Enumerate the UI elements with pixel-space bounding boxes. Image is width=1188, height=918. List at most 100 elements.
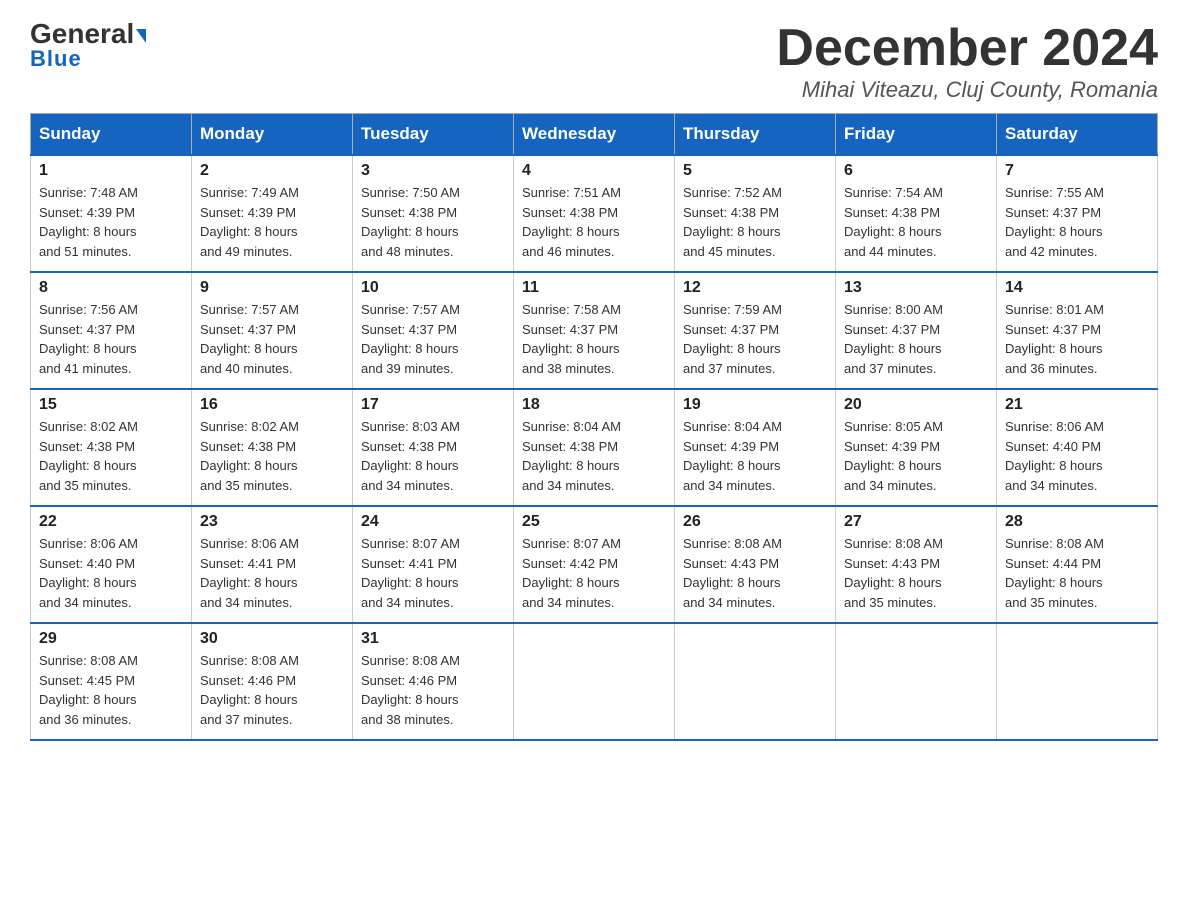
day-info: Sunrise: 7:52 AMSunset: 4:38 PMDaylight:…	[683, 183, 827, 261]
calendar-week-row: 22 Sunrise: 8:06 AMSunset: 4:40 PMDaylig…	[31, 506, 1158, 623]
table-row: 9 Sunrise: 7:57 AMSunset: 4:37 PMDayligh…	[192, 272, 353, 389]
logo-text: General	[30, 20, 146, 48]
day-info: Sunrise: 8:08 AMSunset: 4:44 PMDaylight:…	[1005, 534, 1149, 612]
day-number: 14	[1005, 279, 1149, 297]
day-info: Sunrise: 7:57 AMSunset: 4:37 PMDaylight:…	[361, 300, 505, 378]
calendar-week-row: 15 Sunrise: 8:02 AMSunset: 4:38 PMDaylig…	[31, 389, 1158, 506]
table-row	[675, 623, 836, 740]
header-sunday: Sunday	[31, 114, 192, 156]
day-number: 25	[522, 513, 666, 531]
table-row: 23 Sunrise: 8:06 AMSunset: 4:41 PMDaylig…	[192, 506, 353, 623]
day-number: 3	[361, 162, 505, 180]
header-thursday: Thursday	[675, 114, 836, 156]
day-info: Sunrise: 8:04 AMSunset: 4:39 PMDaylight:…	[683, 417, 827, 495]
day-info: Sunrise: 7:49 AMSunset: 4:39 PMDaylight:…	[200, 183, 344, 261]
day-info: Sunrise: 8:07 AMSunset: 4:41 PMDaylight:…	[361, 534, 505, 612]
calendar-header-row: Sunday Monday Tuesday Wednesday Thursday…	[31, 114, 1158, 156]
calendar-table: Sunday Monday Tuesday Wednesday Thursday…	[30, 113, 1158, 741]
day-number: 30	[200, 630, 344, 648]
table-row: 22 Sunrise: 8:06 AMSunset: 4:40 PMDaylig…	[31, 506, 192, 623]
table-row: 30 Sunrise: 8:08 AMSunset: 4:46 PMDaylig…	[192, 623, 353, 740]
table-row: 26 Sunrise: 8:08 AMSunset: 4:43 PMDaylig…	[675, 506, 836, 623]
day-number: 22	[39, 513, 183, 531]
day-info: Sunrise: 8:01 AMSunset: 4:37 PMDaylight:…	[1005, 300, 1149, 378]
day-number: 16	[200, 396, 344, 414]
calendar-week-row: 29 Sunrise: 8:08 AMSunset: 4:45 PMDaylig…	[31, 623, 1158, 740]
table-row: 1 Sunrise: 7:48 AMSunset: 4:39 PMDayligh…	[31, 155, 192, 272]
day-info: Sunrise: 8:06 AMSunset: 4:41 PMDaylight:…	[200, 534, 344, 612]
table-row: 27 Sunrise: 8:08 AMSunset: 4:43 PMDaylig…	[836, 506, 997, 623]
table-row: 18 Sunrise: 8:04 AMSunset: 4:38 PMDaylig…	[514, 389, 675, 506]
table-row: 12 Sunrise: 7:59 AMSunset: 4:37 PMDaylig…	[675, 272, 836, 389]
table-row: 25 Sunrise: 8:07 AMSunset: 4:42 PMDaylig…	[514, 506, 675, 623]
day-number: 23	[200, 513, 344, 531]
day-number: 5	[683, 162, 827, 180]
day-number: 10	[361, 279, 505, 297]
logo: General Blue	[30, 20, 146, 72]
header-wednesday: Wednesday	[514, 114, 675, 156]
title-block: December 2024 Mihai Viteazu, Cluj County…	[776, 20, 1158, 103]
table-row: 28 Sunrise: 8:08 AMSunset: 4:44 PMDaylig…	[997, 506, 1158, 623]
table-row: 17 Sunrise: 8:03 AMSunset: 4:38 PMDaylig…	[353, 389, 514, 506]
day-info: Sunrise: 8:05 AMSunset: 4:39 PMDaylight:…	[844, 417, 988, 495]
day-number: 4	[522, 162, 666, 180]
day-number: 9	[200, 279, 344, 297]
day-number: 19	[683, 396, 827, 414]
table-row: 7 Sunrise: 7:55 AMSunset: 4:37 PMDayligh…	[997, 155, 1158, 272]
header-monday: Monday	[192, 114, 353, 156]
table-row: 21 Sunrise: 8:06 AMSunset: 4:40 PMDaylig…	[997, 389, 1158, 506]
day-number: 31	[361, 630, 505, 648]
day-info: Sunrise: 7:56 AMSunset: 4:37 PMDaylight:…	[39, 300, 183, 378]
table-row: 10 Sunrise: 7:57 AMSunset: 4:37 PMDaylig…	[353, 272, 514, 389]
day-info: Sunrise: 8:06 AMSunset: 4:40 PMDaylight:…	[1005, 417, 1149, 495]
table-row: 29 Sunrise: 8:08 AMSunset: 4:45 PMDaylig…	[31, 623, 192, 740]
day-number: 13	[844, 279, 988, 297]
day-number: 28	[1005, 513, 1149, 531]
month-title: December 2024	[776, 20, 1158, 77]
day-info: Sunrise: 8:08 AMSunset: 4:46 PMDaylight:…	[361, 651, 505, 729]
header-tuesday: Tuesday	[353, 114, 514, 156]
table-row	[836, 623, 997, 740]
day-number: 7	[1005, 162, 1149, 180]
day-info: Sunrise: 8:04 AMSunset: 4:38 PMDaylight:…	[522, 417, 666, 495]
day-number: 21	[1005, 396, 1149, 414]
table-row: 14 Sunrise: 8:01 AMSunset: 4:37 PMDaylig…	[997, 272, 1158, 389]
day-number: 20	[844, 396, 988, 414]
day-number: 8	[39, 279, 183, 297]
day-info: Sunrise: 8:07 AMSunset: 4:42 PMDaylight:…	[522, 534, 666, 612]
day-number: 26	[683, 513, 827, 531]
table-row: 31 Sunrise: 8:08 AMSunset: 4:46 PMDaylig…	[353, 623, 514, 740]
table-row: 6 Sunrise: 7:54 AMSunset: 4:38 PMDayligh…	[836, 155, 997, 272]
day-number: 6	[844, 162, 988, 180]
table-row: 5 Sunrise: 7:52 AMSunset: 4:38 PMDayligh…	[675, 155, 836, 272]
day-number: 2	[200, 162, 344, 180]
table-row	[997, 623, 1158, 740]
table-row: 3 Sunrise: 7:50 AMSunset: 4:38 PMDayligh…	[353, 155, 514, 272]
day-info: Sunrise: 8:08 AMSunset: 4:46 PMDaylight:…	[200, 651, 344, 729]
table-row: 20 Sunrise: 8:05 AMSunset: 4:39 PMDaylig…	[836, 389, 997, 506]
page-header: General Blue December 2024 Mihai Viteazu…	[30, 20, 1158, 103]
table-row: 4 Sunrise: 7:51 AMSunset: 4:38 PMDayligh…	[514, 155, 675, 272]
day-info: Sunrise: 7:55 AMSunset: 4:37 PMDaylight:…	[1005, 183, 1149, 261]
day-info: Sunrise: 8:06 AMSunset: 4:40 PMDaylight:…	[39, 534, 183, 612]
day-info: Sunrise: 7:48 AMSunset: 4:39 PMDaylight:…	[39, 183, 183, 261]
table-row: 19 Sunrise: 8:04 AMSunset: 4:39 PMDaylig…	[675, 389, 836, 506]
logo-general: General	[30, 18, 134, 49]
day-info: Sunrise: 7:58 AMSunset: 4:37 PMDaylight:…	[522, 300, 666, 378]
location: Mihai Viteazu, Cluj County, Romania	[776, 77, 1158, 103]
day-info: Sunrise: 8:03 AMSunset: 4:38 PMDaylight:…	[361, 417, 505, 495]
day-number: 15	[39, 396, 183, 414]
day-number: 17	[361, 396, 505, 414]
day-number: 1	[39, 162, 183, 180]
day-info: Sunrise: 7:51 AMSunset: 4:38 PMDaylight:…	[522, 183, 666, 261]
day-info: Sunrise: 8:08 AMSunset: 4:43 PMDaylight:…	[683, 534, 827, 612]
table-row: 13 Sunrise: 8:00 AMSunset: 4:37 PMDaylig…	[836, 272, 997, 389]
day-number: 24	[361, 513, 505, 531]
table-row: 15 Sunrise: 8:02 AMSunset: 4:38 PMDaylig…	[31, 389, 192, 506]
day-number: 27	[844, 513, 988, 531]
calendar-week-row: 1 Sunrise: 7:48 AMSunset: 4:39 PMDayligh…	[31, 155, 1158, 272]
day-info: Sunrise: 8:08 AMSunset: 4:45 PMDaylight:…	[39, 651, 183, 729]
header-friday: Friday	[836, 114, 997, 156]
day-info: Sunrise: 8:02 AMSunset: 4:38 PMDaylight:…	[39, 417, 183, 495]
table-row	[514, 623, 675, 740]
